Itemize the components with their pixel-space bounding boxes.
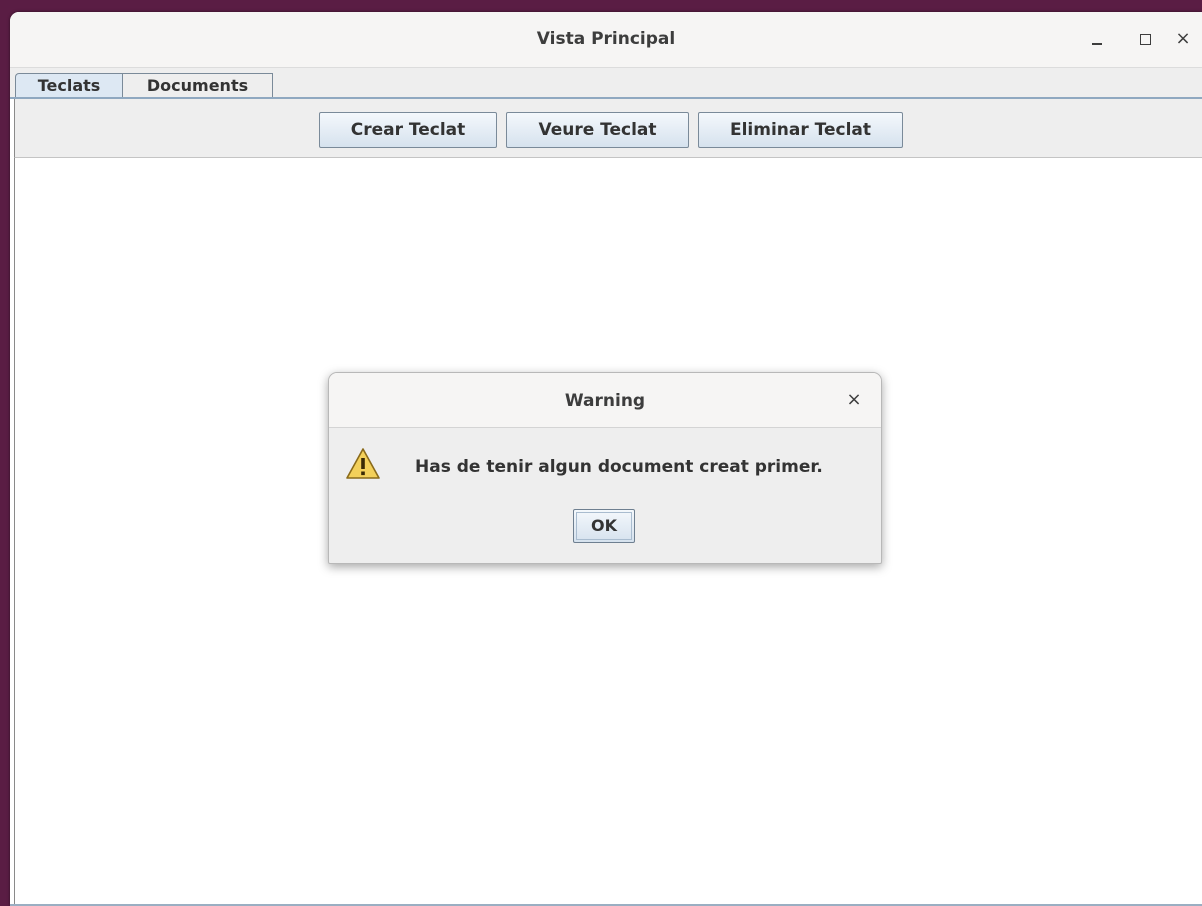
minimize-button[interactable] (1084, 26, 1110, 52)
close-button[interactable]: × (1170, 26, 1196, 52)
maximize-button[interactable] (1132, 26, 1158, 52)
window-title: Vista Principal (536, 29, 676, 49)
warning-dialog: Warning × Has de tenir algun document cr… (328, 372, 882, 564)
close-icon: × (1175, 28, 1191, 49)
veure-teclat-button[interactable]: Veure Teclat (506, 112, 689, 148)
dialog-message: Has de tenir algun document creat primer… (415, 457, 823, 477)
eliminar-teclat-button[interactable]: Eliminar Teclat (698, 112, 903, 148)
minimize-icon (1092, 43, 1102, 45)
dialog-titlebar[interactable]: Warning × (329, 373, 881, 428)
tab-strip: Teclats Documents (10, 68, 1202, 98)
crear-teclat-button[interactable]: Crear Teclat (319, 112, 497, 148)
toolbar: Crear Teclat Veure Teclat Eliminar Tecla… (14, 99, 1202, 158)
close-icon: × (846, 389, 862, 410)
dialog-close-button[interactable]: × (841, 387, 867, 413)
tab-teclats[interactable]: Teclats (15, 73, 123, 97)
warning-icon (346, 448, 380, 479)
window-titlebar[interactable]: Vista Principal × (10, 12, 1202, 68)
maximize-icon (1140, 34, 1151, 45)
ok-button[interactable]: OK (573, 509, 635, 543)
dialog-title: Warning (564, 391, 646, 411)
tab-documents[interactable]: Documents (123, 73, 273, 97)
